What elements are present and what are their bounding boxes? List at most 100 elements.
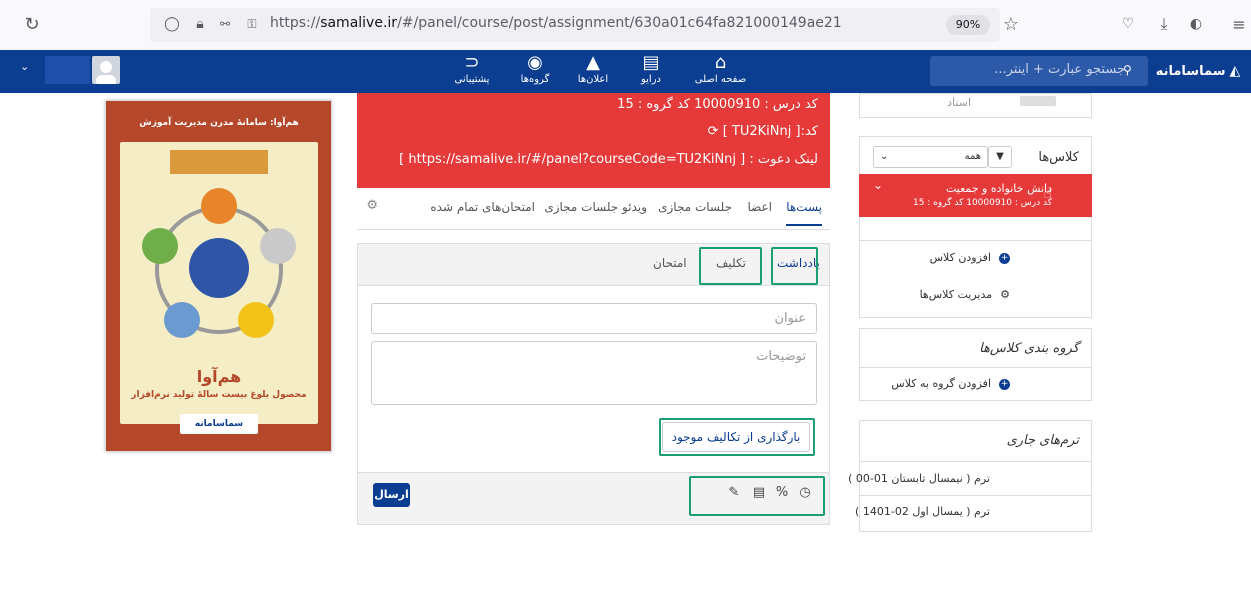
- chevron-down-icon: ⌄: [880, 151, 889, 162]
- chevron-down-icon[interactable]: ⌄: [873, 178, 883, 192]
- url-path: /#/panel/course/post/assignment/630a01c6…: [397, 15, 842, 31]
- title-input[interactable]: عنوان: [371, 303, 817, 334]
- poster-node: [142, 228, 178, 264]
- search-input[interactable]: جستجو عبارت + اینتر...: [985, 62, 1125, 77]
- poster-logo: سماسامانه: [180, 414, 258, 434]
- filter-button[interactable]: ▼: [988, 146, 1012, 168]
- pocket-icon[interactable]: ♡: [1117, 13, 1139, 35]
- plus-circle-icon: +: [999, 378, 1010, 390]
- url-domain: samalive.ir: [320, 15, 398, 31]
- course-header: کد درس : 10000910 کد گروه : 15 کد:[ TU2K…: [357, 93, 830, 188]
- invite-link[interactable]: [ https://samalive.ir/#/panel?courseCode…: [399, 152, 745, 167]
- class-filter-select[interactable]: همه ⌄: [873, 146, 988, 168]
- home-icon: ⌂: [714, 52, 727, 73]
- poster-sub-text: محصول بلوغ بیست سالهٔ تولید نرم‌افزار: [131, 390, 307, 400]
- logo-text: سماسامانه: [1155, 63, 1226, 79]
- gear-icon[interactable]: ⚙: [366, 198, 378, 213]
- tab-virtual-sessions[interactable]: جلسات مجازی: [658, 200, 732, 214]
- shield-icon[interactable]: ◯: [162, 14, 182, 34]
- course-tabs: پست‌ها اعضا جلسات مجازی ویدئو جلسات مجاز…: [357, 188, 830, 230]
- title-placeholder: عنوان: [774, 311, 806, 326]
- zoom-badge[interactable]: 90%: [946, 15, 990, 35]
- description-placeholder: توضیحات: [756, 349, 806, 364]
- add-class-link[interactable]: + افزودن کلاس: [859, 251, 1090, 264]
- key-icon[interactable]: ⚿: [241, 14, 263, 34]
- nav-home-label: صفحه اصلی: [694, 74, 747, 85]
- active-class-name: دانش خانواده و جمعیت: [945, 182, 1052, 195]
- active-class-item[interactable]: دانش خانواده و جمعیت کد درس : 10000910 ک…: [859, 174, 1092, 217]
- highlight-note-tab: [771, 247, 818, 285]
- extensions-icon[interactable]: ◐: [1185, 13, 1207, 35]
- nav-notifications[interactable]: ▲ اعلان‌ها: [563, 52, 623, 92]
- poster-node: [164, 302, 200, 338]
- divider: [859, 495, 1092, 496]
- nav-groups-label: گروه‌ها: [520, 74, 550, 85]
- current-terms-title: ترم‌های جاری: [1006, 433, 1079, 448]
- reload-icon[interactable]: ↻: [20, 12, 44, 36]
- course-code-row: کد:[ TU2KiNnj ] ⟳: [708, 124, 818, 139]
- bell-icon: ▲: [586, 52, 600, 73]
- divider: [859, 461, 1092, 462]
- highlight-assignment-tab: [699, 247, 762, 285]
- course-code-line: کد درس : 10000910 کد گروه : 15: [617, 97, 818, 112]
- manage-classes-label: مدیریت کلاس‌ها: [919, 288, 993, 301]
- class-groups-card: گروه بندی کلاس‌ها: [859, 328, 1092, 401]
- poster-title: هم‌آوا: سامانهٔ مدرن مدیریت آموزش: [139, 118, 299, 128]
- search-icon[interactable]: ⚲: [1123, 63, 1139, 79]
- nav-notifications-label: اعلان‌ها: [577, 74, 609, 85]
- nav-support[interactable]: ⊃ پشتیبانی: [442, 52, 502, 92]
- add-class-label: افزودن کلاس: [929, 251, 991, 264]
- nav-drive-label: درایو: [640, 74, 661, 85]
- nav-groups[interactable]: ◉ گروه‌ها: [505, 52, 565, 92]
- term-item[interactable]: ترم ( نیمسال تابستان 01-00 ): [848, 472, 1090, 485]
- poster-node: [201, 188, 237, 224]
- divider: [859, 367, 1092, 368]
- logo-icon: ◭: [1229, 63, 1241, 79]
- classes-title: کلاس‌ها: [1038, 150, 1079, 165]
- tab-exam[interactable]: امتحان: [653, 256, 687, 270]
- tab-members[interactable]: اعضا: [747, 200, 772, 214]
- drive-icon: ▤: [642, 52, 660, 73]
- teacher-name-placeholder: [1020, 96, 1056, 106]
- site-logo[interactable]: سماسامانه ◭: [1150, 56, 1246, 86]
- globe-icon: ◉: [527, 52, 543, 73]
- star-icon[interactable]: ☆: [1000, 13, 1022, 35]
- term-item[interactable]: ترم ( یمسال اول 02-1401 ): [855, 505, 1090, 518]
- highlight-load-button: [659, 418, 815, 456]
- add-group-link[interactable]: + افزودن گروه به کلاس: [859, 377, 1090, 390]
- teacher-role-label: استاد: [947, 96, 971, 109]
- class-filter-value: همه: [964, 151, 981, 162]
- url-text[interactable]: https://samalive.ir/#/panel/course/post/…: [270, 15, 842, 31]
- send-button[interactable]: ارسال: [373, 483, 410, 507]
- tab-finished-exams[interactable]: امتحان‌های تمام شده: [430, 200, 535, 214]
- poster-ornament: [170, 150, 268, 174]
- highlight-tool-icons: [689, 476, 825, 516]
- invite-row: لینک دعوت : [ https://samalive.ir/#/pane…: [399, 152, 818, 167]
- chevron-down-icon[interactable]: ⌄: [20, 60, 36, 76]
- lock-icon[interactable]: 🔒︎: [190, 14, 210, 34]
- nav-home[interactable]: ⌂ صفحه اصلی: [683, 52, 758, 92]
- description-input[interactable]: توضیحات: [371, 341, 817, 405]
- tab-posts[interactable]: پست‌ها: [786, 200, 822, 226]
- teacher-card: استاد: [859, 93, 1092, 118]
- menu-icon[interactable]: ≡: [1230, 13, 1248, 35]
- download-icon[interactable]: ⤓: [1153, 13, 1175, 35]
- tab-session-videos[interactable]: ویدئو جلسات مجازی: [544, 200, 647, 214]
- user-icon: [96, 61, 116, 84]
- manage-classes-link[interactable]: ⚙ مدیریت کلاس‌ها: [859, 288, 1090, 301]
- filter-icon: ▼: [996, 151, 1004, 162]
- nav-support-label: پشتیبانی: [454, 74, 490, 85]
- hand-cursor-icon: ☝: [1043, 186, 1052, 202]
- user-name[interactable]: [45, 56, 90, 84]
- nav-drive[interactable]: ▤ درایو: [621, 52, 681, 92]
- poster-node: [260, 228, 296, 264]
- add-group-label: افزودن گروه به کلاس: [891, 377, 991, 390]
- permissions-icon[interactable]: ⚯: [215, 14, 235, 34]
- refresh-icon[interactable]: ⟳: [708, 124, 719, 139]
- invite-label: لینک دعوت :: [749, 152, 818, 167]
- course-code[interactable]: [ TU2KiNnj ]: [723, 124, 801, 139]
- avatar[interactable]: [92, 56, 120, 84]
- poster-node: [238, 302, 274, 338]
- screen: { "browser": { "url_prefix": "https://",…: [0, 0, 1251, 608]
- active-class-info: کد درس : 10000910 کد گروه : 15: [912, 198, 1052, 208]
